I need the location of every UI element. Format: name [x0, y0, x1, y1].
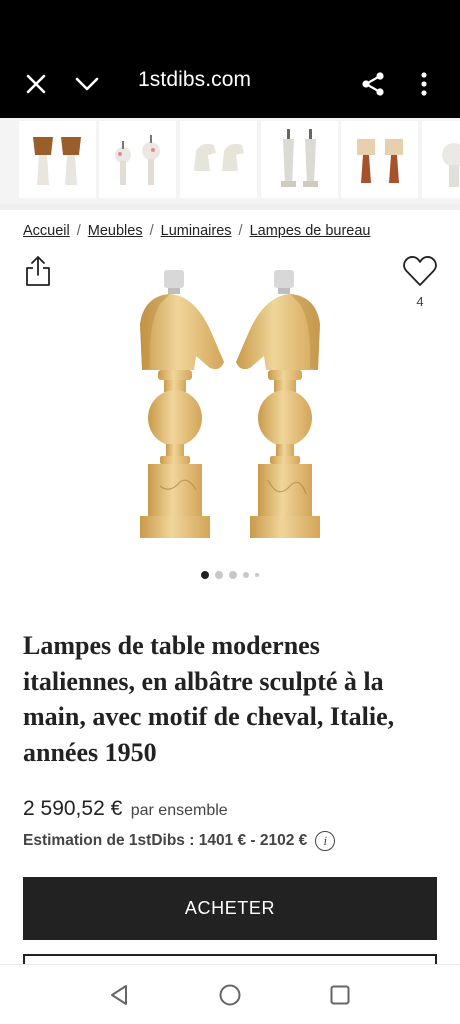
home-nav-button[interactable]	[216, 981, 244, 1009]
white-floral-lamps-thumbnail	[115, 135, 160, 185]
lamps-with-brown-shades-thumbnail	[33, 137, 81, 185]
info-icon[interactable]: i	[315, 831, 336, 851]
home-circle-icon	[219, 984, 241, 1006]
carousel-dot[interactable]	[229, 571, 237, 579]
chevron-down-icon	[75, 77, 99, 91]
url-text[interactable]: 1stdibs.com	[138, 68, 251, 92]
breadcrumb-desk-lamps[interactable]: Lampes de bureau	[250, 223, 371, 239]
favorite-button[interactable]	[402, 254, 438, 288]
estimate-text: Estimation de 1stDibs : 1401 € - 2102 €	[23, 832, 308, 849]
browser-toolbar: 1stdibs.com	[0, 50, 460, 118]
marble-column-lamps-thumbnail	[281, 129, 318, 187]
thumbnail-item[interactable]	[261, 121, 338, 198]
thumbnail-item[interactable]	[99, 121, 176, 198]
recents-square-icon	[330, 985, 350, 1005]
carousel-dot[interactable]	[201, 571, 209, 579]
share-product-button[interactable]	[24, 254, 52, 288]
share-upload-icon	[26, 256, 50, 286]
breadcrumb-furniture[interactable]: Meubles	[88, 223, 143, 239]
horse-head-sculptures-thumbnail	[194, 143, 244, 171]
breadcrumb-lighting[interactable]: Luminaires	[161, 223, 232, 239]
share-page-button[interactable]	[353, 64, 393, 104]
price-estimate: Estimation de 1stDibs : 1401 € - 2102 € …	[23, 831, 336, 851]
lamps-with-cream-shades-thumbnail	[357, 139, 403, 183]
heart-icon	[403, 256, 437, 286]
product-image[interactable]	[130, 264, 330, 554]
breadcrumb-separator: /	[76, 223, 81, 239]
close-tab-button[interactable]	[16, 64, 56, 104]
system-navigation-bar	[0, 964, 460, 1024]
breadcrumb-home[interactable]: Accueil	[23, 223, 70, 239]
back-triangle-icon	[111, 985, 127, 1005]
more-options-button[interactable]	[404, 64, 444, 104]
minimize-button[interactable]	[67, 64, 107, 104]
white-ceramic-lamp-thumbnail	[442, 143, 460, 187]
thumbnail-item[interactable]	[19, 121, 96, 198]
close-icon	[26, 74, 46, 94]
related-items-strip	[0, 118, 460, 204]
buy-button[interactable]: ACHETER	[23, 877, 437, 940]
status-bar	[0, 0, 460, 50]
favorite-count: 4	[416, 294, 424, 309]
carousel-indicator	[0, 571, 460, 579]
thumbnail-item[interactable]	[422, 121, 460, 198]
carousel-dot[interactable]	[243, 572, 249, 578]
carousel-dot[interactable]	[255, 573, 259, 577]
carousel-dot[interactable]	[215, 571, 223, 579]
thumbnail-item[interactable]	[341, 121, 418, 198]
share-icon	[362, 72, 384, 96]
back-nav-button[interactable]	[106, 981, 134, 1009]
price-block: 2 590,52 € par ensemble	[23, 797, 228, 821]
breadcrumb: Accueil / Meubles / Luminaires / Lampes de bur…	[23, 223, 371, 239]
thumbnail-item[interactable]	[180, 121, 257, 198]
product-title: Lampes de table modernes italiennes, en …	[23, 631, 395, 767]
breadcrumb-separator: /	[149, 223, 154, 239]
breadcrumb-separator: /	[238, 223, 243, 239]
alabaster-horse-lamps-image	[140, 270, 320, 538]
price-amount: 2 590,52 €	[23, 797, 123, 820]
more-vertical-icon	[421, 72, 427, 96]
price-unit: par ensemble	[130, 802, 228, 819]
recents-nav-button[interactable]	[326, 981, 354, 1009]
section-divider	[0, 204, 460, 210]
